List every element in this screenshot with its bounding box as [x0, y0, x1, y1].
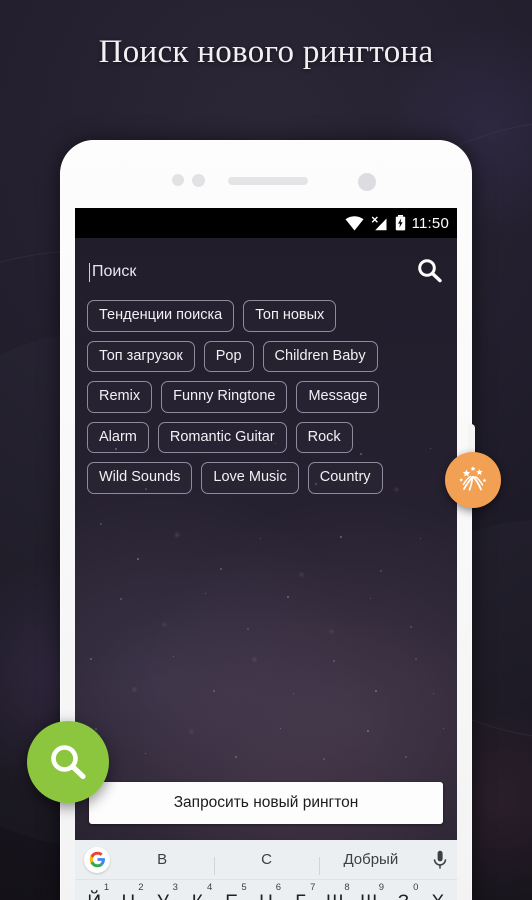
- status-bar: 11:50: [75, 208, 457, 238]
- text-caret: [89, 262, 90, 282]
- keyboard-row-1: Й1Ц2У3К4Е5Н6Г7Ш8Щ9З0Х: [75, 880, 457, 900]
- key-number-hint: 0: [413, 882, 419, 893]
- key-label: Е: [225, 892, 238, 900]
- tag-chip-row: Топ загрузок Pop Children Baby: [87, 340, 445, 372]
- tag-chip[interactable]: Тенденции поиска: [87, 300, 235, 332]
- front-camera-icon: [358, 173, 376, 191]
- key-label: Х: [431, 892, 444, 900]
- key-number-hint: 8: [344, 882, 350, 893]
- key-label: К: [192, 892, 203, 900]
- phone-top-bezel: [60, 140, 472, 208]
- search-fab-button[interactable]: [27, 721, 109, 803]
- key-number-hint: 4: [206, 882, 213, 893]
- status-bar-clock: 11:50: [411, 214, 449, 232]
- keyboard-key[interactable]: Щ9: [352, 880, 386, 900]
- keyboard-key[interactable]: Е5: [214, 880, 248, 900]
- tag-chip[interactable]: Rock: [295, 421, 353, 453]
- request-new-ringtone-button[interactable]: Запросить новый рингтон: [89, 782, 443, 824]
- tag-chip[interactable]: Топ загрузок: [87, 340, 195, 372]
- tag-chip-row: Тенденции поиска Топ новых: [87, 300, 445, 332]
- tag-chip-row: Wild Sounds Love Music Country: [87, 462, 445, 494]
- tag-chip[interactable]: Children Baby: [262, 340, 378, 372]
- keyboard-key[interactable]: Г7: [283, 880, 317, 900]
- tag-chip[interactable]: Country: [307, 462, 383, 494]
- key-label: З: [398, 892, 409, 900]
- suggestion-item[interactable]: Добрый: [318, 851, 423, 875]
- search-bar[interactable]: Поиск: [89, 250, 443, 294]
- tag-chip[interactable]: Romantic Guitar: [157, 421, 287, 453]
- tag-chip[interactable]: Топ новых: [243, 300, 337, 332]
- battery-charging-icon: [395, 215, 405, 231]
- signal-no-service-icon: [371, 216, 387, 230]
- key-number-hint: 5: [241, 882, 247, 893]
- on-screen-keyboard: В С Добрый Й1Ц2У3К4Е5Н6Г7Ш8Щ9З0Х ФЫВАПРО…: [75, 840, 457, 900]
- key-label: Й: [87, 892, 101, 900]
- fireworks-icon: [459, 466, 487, 491]
- key-number-hint: 3: [172, 882, 178, 893]
- tag-chip[interactable]: Funny Ringtone: [161, 381, 288, 413]
- key-label: Г: [295, 892, 305, 900]
- tag-chip[interactable]: Message: [296, 381, 380, 413]
- key-label: Ц: [122, 892, 136, 900]
- tag-chip-list: Тенденции поиска Топ новых Топ загрузок Pop…: [87, 300, 445, 494]
- phone-screen: 11:50 Поиск Тенденции поиска Топ новых Топ…: [75, 208, 457, 900]
- microphone-icon[interactable]: [423, 850, 457, 870]
- tag-chip-row: Remix Funny Ringtone Message: [87, 381, 445, 413]
- keyboard-key[interactable]: З0: [386, 880, 420, 900]
- fireworks-fab-button[interactable]: [445, 452, 501, 508]
- suggestion-bar: В С Добрый: [75, 840, 457, 880]
- app-content: Поиск Тенденции поиска Топ новых Топ загру…: [75, 238, 457, 840]
- keyboard-key[interactable]: К4: [180, 880, 214, 900]
- search-input[interactable]: Поиск: [89, 262, 407, 282]
- tag-chip[interactable]: Alarm: [87, 421, 149, 453]
- tag-chip[interactable]: Remix: [87, 381, 153, 413]
- key-label: Щ: [360, 892, 378, 900]
- key-number-hint: 6: [275, 882, 281, 893]
- proximity-sensor-icon: [172, 174, 184, 186]
- phone-mockup: 11:50 Поиск Тенденции поиска Топ новых Топ…: [60, 140, 472, 900]
- keyboard-key[interactable]: Х: [421, 880, 455, 900]
- keyboard-key[interactable]: Й1: [77, 880, 111, 900]
- key-number-hint: 1: [103, 882, 110, 893]
- tag-chip[interactable]: Pop: [203, 340, 254, 372]
- keyboard-key[interactable]: Н6: [249, 880, 283, 900]
- key-number-hint: 2: [138, 882, 144, 893]
- tag-chip[interactable]: Love Music: [201, 462, 299, 494]
- tag-chip[interactable]: Wild Sounds: [87, 462, 193, 494]
- wifi-icon: [345, 215, 364, 230]
- search-placeholder: Поиск: [92, 263, 137, 280]
- suggestion-item[interactable]: В: [110, 851, 214, 868]
- keyboard-key[interactable]: У3: [146, 880, 180, 900]
- key-label: Ш: [326, 892, 343, 900]
- google-logo-icon[interactable]: [84, 846, 110, 873]
- search-icon[interactable]: [415, 256, 443, 289]
- keyboard-key[interactable]: Ц2: [111, 880, 145, 900]
- key-number-hint: 7: [310, 882, 316, 893]
- key-label: У: [157, 892, 169, 900]
- earpiece-speaker: [228, 177, 308, 185]
- search-icon: [51, 745, 86, 780]
- keyboard-key[interactable]: Ш8: [318, 880, 352, 900]
- light-sensor-icon: [192, 174, 205, 187]
- key-number-hint: 9: [378, 882, 385, 893]
- key-label: Н: [259, 892, 273, 900]
- page-title: Поиск нового рингтона: [98, 34, 434, 70]
- suggestion-item[interactable]: С: [214, 851, 318, 875]
- tag-chip-row: Alarm Romantic Guitar Rock: [87, 421, 445, 453]
